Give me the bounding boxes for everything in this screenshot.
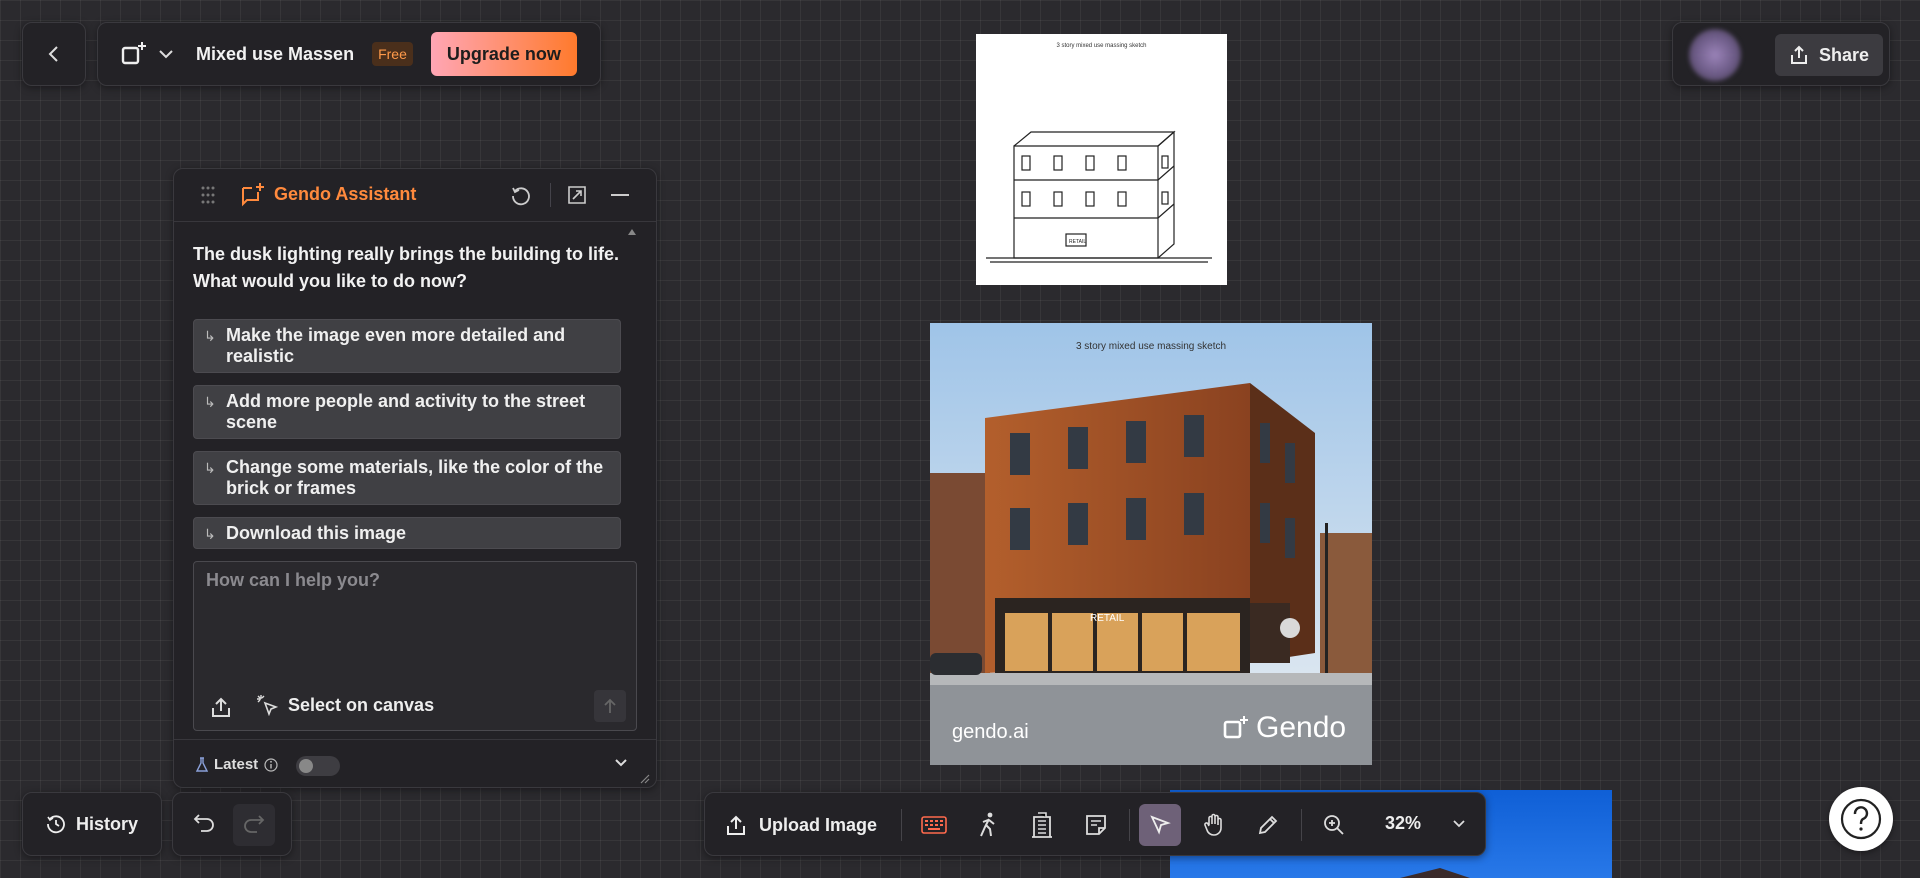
suggestion-label: Download this image [226, 523, 407, 543]
project-bar: Mixed use Massen Free Upgrade now [97, 22, 601, 86]
share-button[interactable]: Share [1775, 34, 1883, 76]
gendo-logo-icon[interactable] [120, 40, 148, 68]
canvas-toolbar: Upload Image 32% [704, 792, 1486, 856]
chevron-down-icon[interactable] [614, 758, 628, 768]
watermark-left: gendo.ai [952, 721, 1029, 743]
assistant-panel: Gendo Assistant The dusk lighting really… [173, 168, 657, 788]
note-icon[interactable] [1075, 804, 1117, 846]
upgrade-button[interactable]: Upgrade now [430, 32, 577, 76]
assistant-footer: Latest [174, 739, 656, 788]
drag-handle-icon[interactable] [200, 185, 216, 205]
select-on-canvas-button[interactable]: Select on canvas [256, 694, 434, 716]
upload-icon [725, 814, 747, 836]
render-sign: RETAIL [1090, 613, 1125, 624]
building-sketch-drawing: RETAIL [986, 130, 1212, 263]
assistant-message: The dusk lighting really brings the buil… [193, 244, 620, 291]
undo-redo-bar [172, 792, 292, 856]
plan-badge: Free [372, 42, 413, 66]
latest-label: Latest [214, 756, 259, 773]
chevron-down-icon[interactable] [158, 49, 174, 59]
zoom-icon[interactable] [1313, 804, 1355, 846]
minimize-icon[interactable] [611, 194, 629, 196]
upload-icon[interactable] [210, 696, 232, 718]
send-button[interactable] [594, 690, 626, 722]
building-icon[interactable] [1021, 804, 1063, 846]
help-button[interactable] [1829, 787, 1893, 851]
project-title[interactable]: Mixed use Massen [196, 44, 354, 65]
info-icon[interactable] [264, 757, 278, 772]
chat-input[interactable] [204, 568, 628, 662]
redo-icon [243, 814, 265, 834]
zoom-level[interactable]: 32% [1385, 813, 1421, 834]
select-pointer-icon[interactable] [1139, 804, 1181, 846]
suggestion-button[interactable]: ↳ Download this image [193, 517, 621, 549]
suggestion-label: Add more people and activity to the stre… [226, 391, 586, 432]
redo-button[interactable] [233, 804, 275, 846]
person-icon[interactable] [967, 804, 1009, 846]
select-on-canvas-label: Select on canvas [288, 694, 435, 715]
assistant-chat-icon [240, 182, 266, 208]
assistant-title: Gendo Assistant [274, 184, 417, 204]
latest-toggle[interactable] [296, 756, 340, 776]
suggestion-button[interactable]: ↳ Make the image even more detailed and … [193, 319, 621, 373]
expand-icon[interactable] [567, 185, 587, 205]
render-image[interactable]: RETAIL 3 story mixed use massing sketch … [930, 323, 1372, 765]
suggestion-button[interactable]: ↳ Change some materials, like the color … [193, 451, 621, 505]
select-cursor-icon [256, 694, 278, 716]
render-caption: 3 story mixed use massing sketch [1075, 341, 1227, 352]
flask-icon [196, 756, 208, 773]
arrow-up-icon [603, 698, 617, 714]
reply-arrow-icon: ↳ [204, 394, 216, 410]
refresh-icon[interactable] [510, 185, 532, 207]
back-button[interactable] [22, 22, 86, 86]
watermark-brand-text: Gendo [1256, 711, 1347, 744]
history-clock-icon [46, 814, 66, 834]
upload-image-button[interactable]: Upload Image [725, 804, 877, 846]
toolbar-divider [1301, 809, 1302, 841]
history-button[interactable]: History [22, 792, 162, 856]
suggestion-label: Make the image even more detailed and re… [226, 325, 566, 366]
reply-arrow-icon: ↳ [204, 460, 216, 476]
header-divider [550, 183, 551, 207]
hand-pan-icon[interactable] [1193, 804, 1235, 846]
reply-arrow-icon: ↳ [204, 328, 216, 344]
building-render-drawing: RETAIL [930, 323, 1372, 765]
latest-model: Latest [196, 756, 278, 773]
upload-image-label: Upload Image [759, 814, 878, 835]
toolbar-divider [1129, 809, 1130, 841]
assistant-header: Gendo Assistant [174, 169, 656, 222]
resize-handle-icon[interactable] [640, 774, 650, 784]
share-icon [1789, 45, 1809, 65]
gendo-watermark-icon [1222, 714, 1250, 742]
history-label: History [75, 813, 138, 834]
reply-arrow-icon: ↳ [204, 526, 216, 542]
suggestion-label: Change some materials, like the color of… [226, 457, 604, 498]
suggestion-button[interactable]: ↳ Add more people and activity to the st… [193, 385, 621, 439]
sketch-sign: RETAIL [1069, 239, 1086, 245]
avatar[interactable] [1689, 29, 1741, 81]
keyboard-icon[interactable] [913, 804, 955, 846]
toolbar-divider [901, 809, 902, 841]
chevron-left-icon [47, 44, 61, 64]
question-mark-icon [1839, 797, 1883, 841]
chat-input-box: Select on canvas [193, 561, 637, 731]
sketch-image[interactable]: 3 story mixed use massing sketch RETAIL [976, 34, 1227, 285]
undo-icon[interactable] [193, 813, 215, 833]
share-bar: Share [1672, 22, 1890, 86]
watermark-brand: Gendo [1222, 711, 1346, 745]
pencil-icon[interactable] [1247, 804, 1289, 846]
share-label: Share [1818, 44, 1870, 65]
chevron-down-icon[interactable] [1453, 820, 1465, 828]
